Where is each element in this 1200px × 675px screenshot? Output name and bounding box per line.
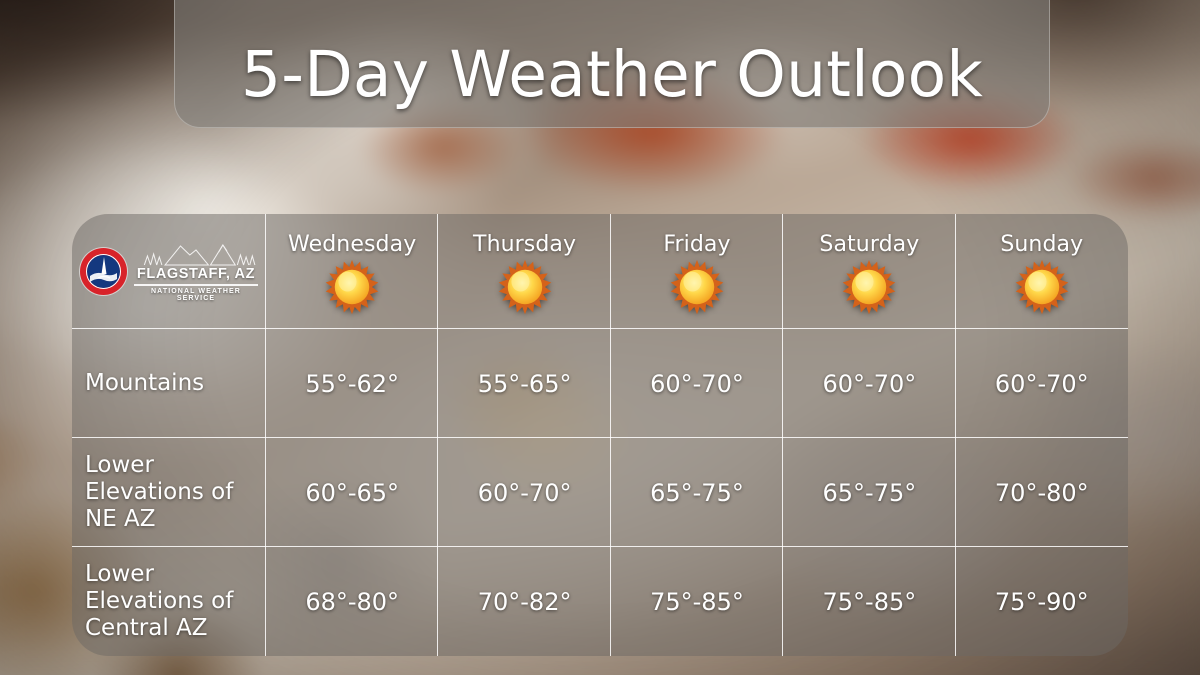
temperature-range: 68°-80° [305, 587, 400, 616]
region-name: Lower Elevations of NE AZ [85, 452, 234, 532]
day-name-label: Sunday [1000, 231, 1084, 257]
region-label-central-az: Lower Elevations of Central AZ [72, 547, 266, 656]
day-name-label: Friday [663, 231, 731, 257]
temperature-range: 60°-70° [822, 369, 917, 398]
region-label-mountains: Mountains [72, 329, 266, 438]
logo-office-label: FLAGSTAFF, AZ [136, 265, 256, 282]
day-header-sunday: Sunday [956, 214, 1128, 329]
temperature-range: 60°-70° [994, 369, 1089, 398]
region-label-ne-az: Lower Elevations of NE AZ [72, 438, 266, 547]
nws-seal-icon [80, 248, 127, 295]
temperature-range: 60°-65° [305, 478, 400, 507]
page-title: 5-Day Weather Outlook [240, 38, 984, 111]
day-name-label: Wednesday [288, 231, 417, 257]
sunny-icon [670, 259, 724, 314]
temp-cell-central-az-wednesday: 68°-80° [266, 547, 438, 656]
temperature-range: 60°-70° [477, 478, 572, 507]
region-name: Lower Elevations of Central AZ [85, 561, 234, 641]
mountain-range-icon [143, 243, 256, 266]
logo-divider [134, 284, 258, 286]
sunny-icon [325, 259, 379, 314]
day-header-friday: Friday [611, 214, 783, 329]
temperature-range: 55°-65° [477, 369, 572, 398]
temperature-range: 75°-90° [994, 587, 1089, 616]
logo-agency-label: NATIONAL WEATHER SERVICE [151, 288, 241, 303]
temp-cell-mountains-thursday: 55°-65° [438, 329, 610, 438]
temperature-range: 70°-82° [477, 587, 572, 616]
temp-cell-central-az-saturday: 75°-85° [783, 547, 955, 656]
temp-cell-ne-az-thursday: 60°-70° [438, 438, 610, 547]
temperature-range: 60°-70° [650, 369, 744, 398]
title-banner: 5-Day Weather Outlook [174, 0, 1050, 128]
temp-cell-central-az-friday: 75°-85° [611, 547, 783, 656]
day-header-wednesday: Wednesday [266, 214, 438, 329]
day-name-label: Thursday [473, 231, 577, 257]
temp-cell-ne-az-saturday: 65°-75° [783, 438, 955, 547]
forecast-grid: FLAGSTAFF, AZ NATIONAL WEATHER SERVICE W… [72, 214, 1128, 656]
region-name: Mountains [85, 370, 205, 397]
temp-cell-mountains-wednesday: 55°-62° [266, 329, 438, 438]
sunny-icon [843, 259, 896, 314]
sunny-icon [498, 259, 551, 314]
temperature-range: 75°-85° [822, 587, 917, 616]
temp-cell-mountains-saturday: 60°-70° [783, 329, 955, 438]
temp-cell-central-az-thursday: 70°-82° [438, 547, 610, 656]
nws-logo-cell: FLAGSTAFF, AZ NATIONAL WEATHER SERVICE [72, 214, 266, 329]
temp-cell-mountains-friday: 60°-70° [611, 329, 783, 438]
temperature-range: 65°-75° [650, 478, 744, 507]
temperature-range: 75°-85° [650, 587, 744, 616]
temp-cell-mountains-sunday: 60°-70° [956, 329, 1128, 438]
temperature-range: 55°-62° [305, 369, 400, 398]
sunny-icon [1015, 259, 1069, 314]
temperature-range: 65°-75° [822, 478, 917, 507]
temp-cell-ne-az-sunday: 70°-80° [956, 438, 1128, 547]
temperature-range: 70°-80° [994, 478, 1089, 507]
temp-cell-ne-az-friday: 65°-75° [611, 438, 783, 547]
forecast-table-panel: FLAGSTAFF, AZ NATIONAL WEATHER SERVICE W… [72, 214, 1128, 656]
day-header-saturday: Saturday [783, 214, 955, 329]
temp-cell-ne-az-wednesday: 60°-65° [266, 438, 438, 547]
temp-cell-central-az-sunday: 75°-90° [956, 547, 1128, 656]
day-header-thursday: Thursday [438, 214, 610, 329]
day-name-label: Saturday [819, 231, 920, 257]
